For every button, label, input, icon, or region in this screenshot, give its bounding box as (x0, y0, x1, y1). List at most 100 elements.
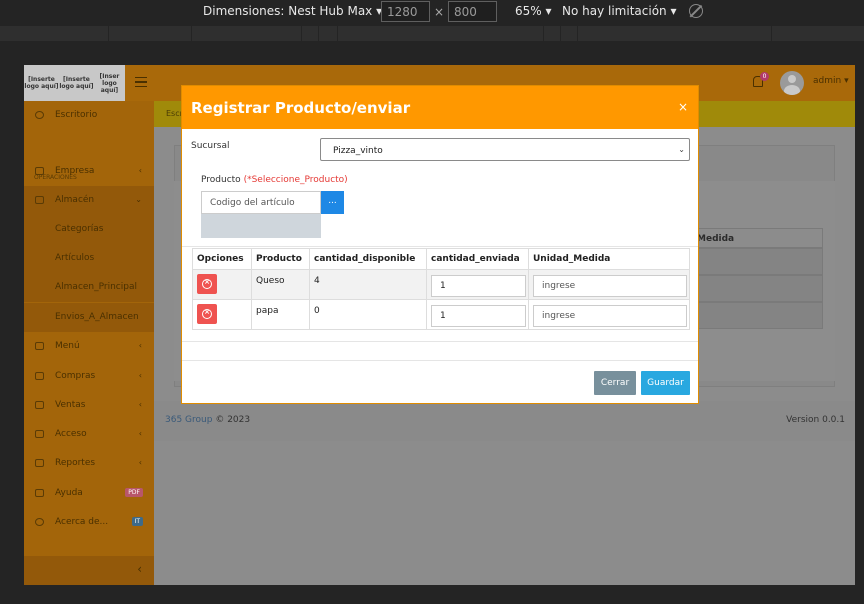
chevron-left-icon: ‹ (138, 400, 142, 409)
sidebar-item-label: Ventas (55, 400, 86, 410)
table-header-row: Opciones Producto cantidad_disponible ca… (192, 248, 690, 270)
zoom-label: 65% (515, 4, 542, 18)
sidebar-item-label: Empresa (55, 166, 95, 176)
sidebar-item-label: Acerca de... (55, 517, 109, 527)
unit-cell: ingrese (528, 299, 690, 330)
options-cell: × (192, 269, 252, 300)
sidebar-item-acerca-de[interactable]: Acerca de... IT (24, 508, 154, 537)
cantidad-enviada-input[interactable]: 1 (431, 275, 526, 297)
avatar[interactable] (780, 71, 804, 95)
sidebar-item-label: Categorías (55, 224, 104, 234)
help-icon (35, 489, 44, 497)
sucursal-value: Pizza_vinto (333, 146, 383, 156)
sidebar-item-label: Almacen_Principal (55, 282, 137, 292)
remove-row-button[interactable]: × (197, 274, 217, 294)
save-button[interactable]: Guardar (641, 371, 690, 395)
home-icon (35, 167, 44, 175)
notification-badge: 0 (760, 72, 769, 81)
sidebar-item-compras[interactable]: Compras ‹ (24, 362, 154, 391)
sidebar-item-label: Acceso (55, 429, 87, 439)
chevron-left-icon: ‹ (138, 371, 142, 380)
producto-hint: (*Seleccione_Producto) (243, 175, 348, 185)
report-icon (35, 459, 44, 467)
sales-icon (35, 401, 44, 409)
sidebar-item-articulos[interactable]: Artículos (24, 244, 154, 273)
company-link[interactable]: 365 Group (165, 415, 212, 425)
sidebar-item-categorias[interactable]: Categorías (24, 215, 154, 244)
sidebar-item-label: Envios_A_Almacen (55, 312, 139, 322)
version-text: Version 0.0.1 (786, 415, 845, 425)
footer-copyright: 365 Group © 2023 (165, 415, 250, 425)
sucursal-select[interactable]: Pizza_vinto ⌄ (320, 138, 690, 161)
sidebar-item-almacen[interactable]: Almacén ⌄ (24, 186, 154, 215)
unidad-medida-input[interactable]: ingrese (533, 275, 687, 297)
copyright-text: © 2023 (215, 415, 251, 425)
sidebar-item-escritorio[interactable]: Escritorio (24, 101, 154, 130)
menu-icon (35, 342, 44, 350)
sidebar-item-label: Almacén (55, 195, 95, 205)
sidebar-item-menu[interactable]: Menú ‹ (24, 332, 154, 361)
chevron-down-icon: ⌄ (678, 145, 685, 154)
product-suggestions (201, 214, 321, 238)
producto-label-text: Producto (201, 175, 241, 185)
hamburger-menu-icon[interactable] (135, 77, 147, 87)
column-header: Unidad_Medida (528, 248, 690, 270)
sent-cell: 1 (426, 299, 529, 330)
column-header: cantidad_disponible (309, 248, 427, 270)
cart-icon (35, 372, 44, 380)
chevron-left-icon: ‹ (138, 341, 142, 350)
devtools-toolbar: Dimensiones: Nest Hub Max ▾ 1280 × 800 6… (0, 0, 864, 24)
width-input[interactable]: 1280 (381, 1, 430, 22)
unit-cell: ingrese (528, 269, 690, 300)
device-select[interactable]: Dimensiones: Nest Hub Max ▾ (203, 4, 382, 18)
throttle-select[interactable]: No hay limitación ▾ (562, 4, 676, 18)
products-table: Opciones Producto cantidad_disponible ca… (192, 248, 690, 330)
sent-cell: 1 (426, 269, 529, 300)
sidebar-item-acceso[interactable]: Acceso ‹ (24, 420, 154, 449)
page-footer: 365 Group © 2023 Version 0.0.1 (154, 401, 855, 441)
sidebar-item-ventas[interactable]: Ventas ‹ (24, 391, 154, 420)
sidebar-item-empresa[interactable]: Empresa ‹ (24, 157, 154, 186)
unidad-medida-input[interactable]: ingrese (533, 305, 687, 327)
sidebar-item-label: Reportes (55, 458, 96, 468)
chevron-left-icon: ‹ (138, 458, 142, 467)
column-header: Opciones (192, 248, 252, 270)
logo-text-2: [Inserte logo aquí] (59, 76, 94, 90)
zoom-select[interactable]: 65% ▾ (515, 4, 552, 18)
product-cell: Queso (251, 269, 310, 300)
divider (182, 246, 698, 247)
codigo-articulo-input[interactable]: Codigo del artículo (201, 191, 321, 214)
media-query-ruler[interactable] (0, 26, 864, 41)
sidebar-item-almacen-principal[interactable]: Almacen_Principal (24, 273, 154, 302)
sidebar-item-label: Ayuda (55, 488, 83, 498)
chevron-left-icon: ‹ (138, 429, 142, 438)
cantidad-enviada-input[interactable]: 1 (431, 305, 526, 327)
background-table: da_Medida (679, 228, 823, 329)
cancel-button[interactable]: Cerrar (594, 371, 636, 395)
pdf-badge: PDF (125, 488, 143, 497)
height-input[interactable]: 800 (448, 1, 497, 22)
divider (182, 360, 698, 361)
throttle-label: No hay limitación (562, 4, 667, 18)
sidebar-item-ayuda[interactable]: Ayuda PDF (24, 479, 154, 508)
sidebar-collapse-button[interactable]: ‹ (24, 556, 154, 585)
remove-row-button[interactable]: × (197, 304, 217, 324)
available-cell: 0 (309, 299, 427, 330)
sidebar-item-label: Menú (55, 341, 80, 351)
divider (182, 341, 698, 342)
logo-text-3: [Inser logo aquí] (99, 72, 120, 94)
table-row: × papa 0 1 ingrese (192, 299, 690, 330)
background-table-row (679, 302, 823, 329)
sidebar-item-reportes[interactable]: Reportes ‹ (24, 449, 154, 478)
sidebar-item-label: Compras (55, 371, 96, 381)
dimension-separator: × (434, 5, 445, 19)
chevron-left-icon: ‹ (138, 166, 142, 175)
sidebar-item-envios-a-almacen[interactable]: Envios_A_Almacen (24, 303, 154, 332)
modal-title: Registrar Producto/enviar (191, 99, 411, 117)
close-icon[interactable]: × (678, 100, 688, 114)
search-product-button[interactable]: ... (321, 191, 344, 214)
it-badge: IT (131, 517, 143, 526)
close-circle-icon: × (204, 308, 210, 316)
rotate-icon[interactable] (689, 4, 703, 18)
user-menu[interactable]: admin ▾ (813, 76, 849, 86)
